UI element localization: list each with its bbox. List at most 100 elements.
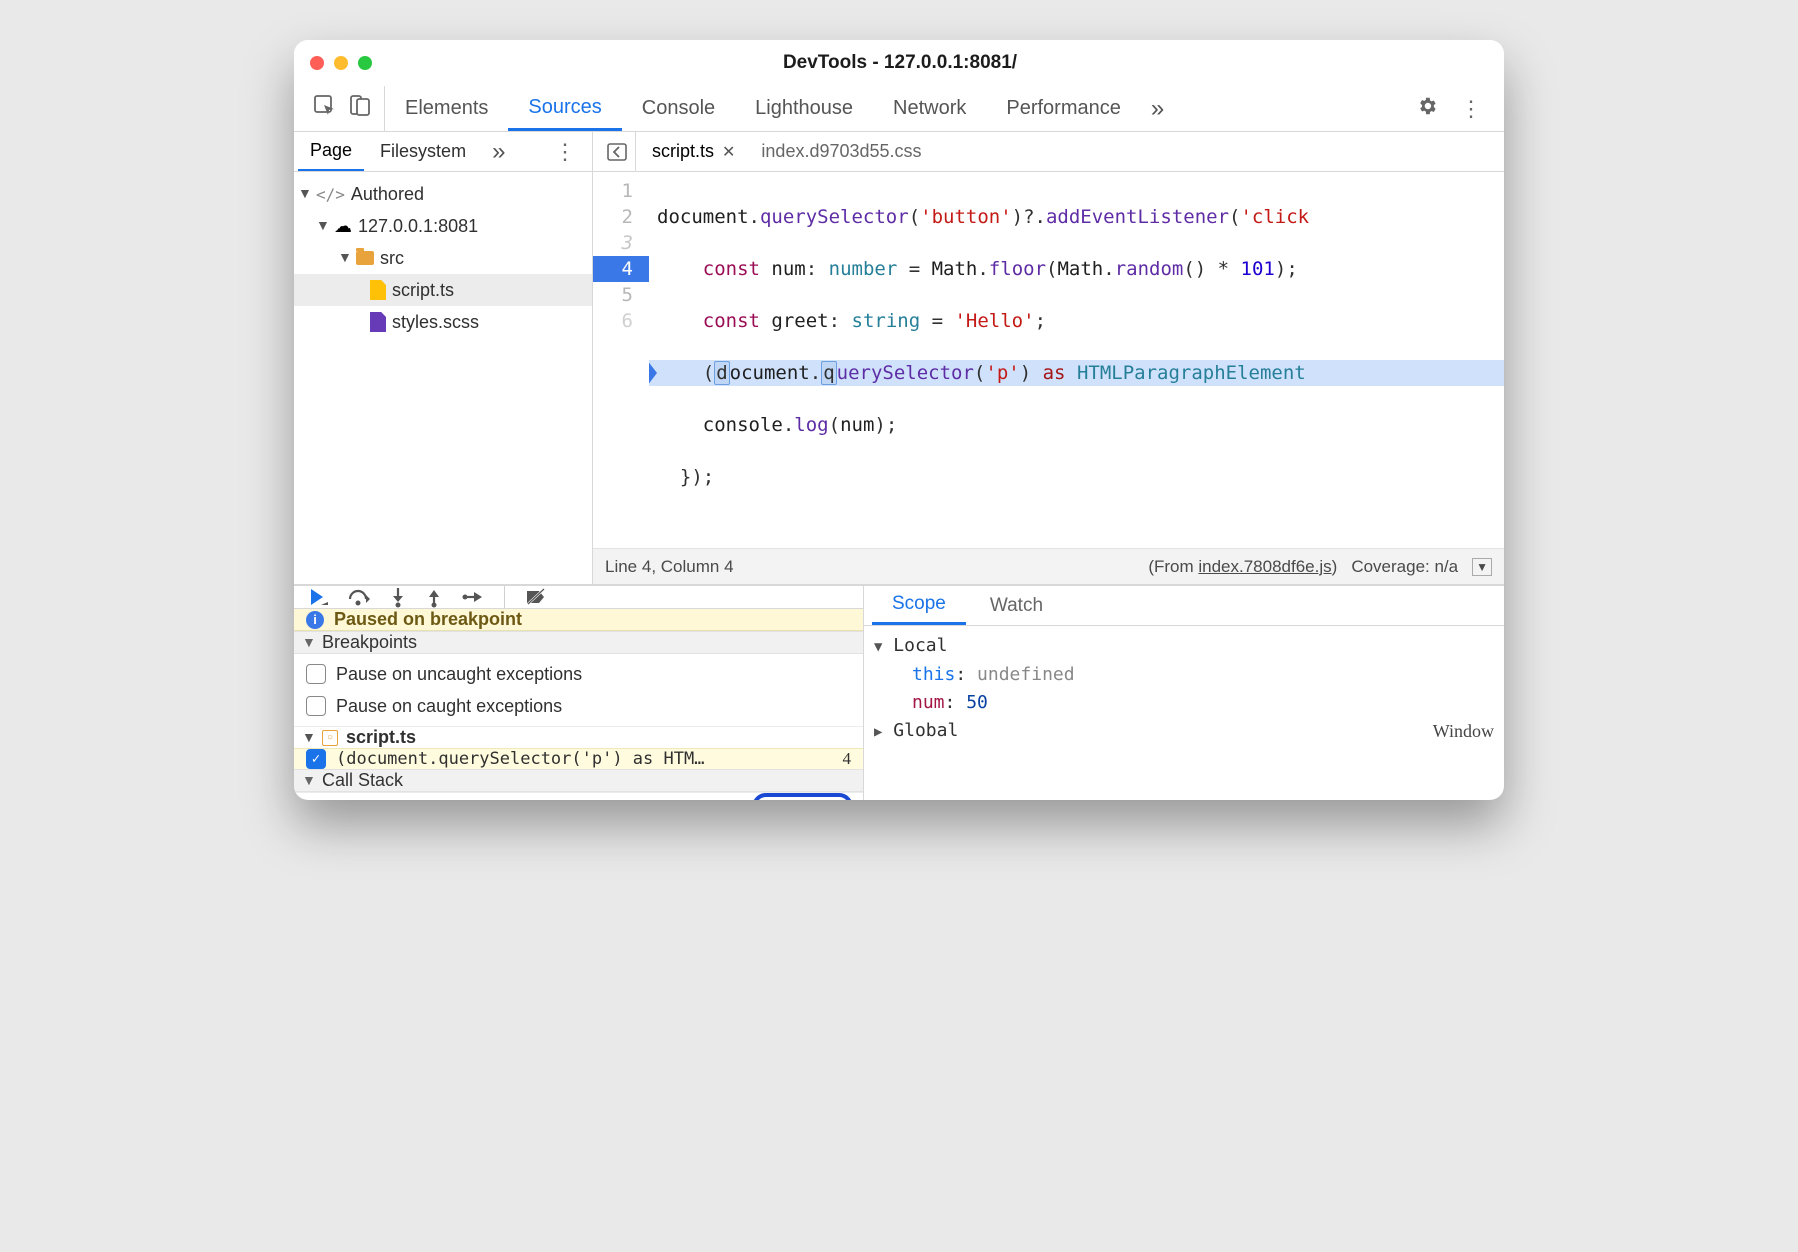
editor-tab-bar: script.ts ✕ index.d9703d55.css [593, 132, 1504, 172]
resume-button[interactable] [308, 587, 328, 607]
more-tabs-button[interactable]: » [1141, 95, 1174, 123]
breakpoint-code: (document.querySelector('p') as HTM… [336, 749, 704, 769]
code-editor[interactable]: 123456 document.querySelector('button')?… [593, 172, 1504, 548]
inspect-element-icon[interactable] [314, 95, 336, 122]
ts-file-icon [370, 280, 386, 300]
caret-down-icon: ▼ [302, 729, 314, 745]
deactivate-breakpoints-button[interactable] [525, 588, 547, 606]
device-toolbar-icon[interactable] [350, 95, 372, 122]
authored-icon: </> [316, 185, 345, 204]
editor-tab-index-css[interactable]: index.d9703d55.css [751, 132, 931, 171]
nav-tab-page[interactable]: Page [298, 132, 364, 171]
tab-elements[interactable]: Elements [385, 86, 508, 131]
scope-panel: Scope Watch ▼ Local this: undefined num:… [864, 586, 1504, 800]
breakpoint-entry[interactable]: (document.querySelector('p') as HTM… 4 [294, 748, 863, 769]
pause-caught-row[interactable]: Pause on caught exceptions [306, 690, 851, 722]
scope-tabs: Scope Watch [864, 586, 1504, 626]
source-map-info: (From index.7808df6e.js) [1148, 557, 1337, 577]
window-titlebar: DevTools - 127.0.0.1:8081/ [294, 40, 1504, 86]
nav-tab-filesystem[interactable]: Filesystem [368, 132, 478, 171]
tab-sources[interactable]: Sources [508, 86, 621, 131]
code-area[interactable]: document.querySelector('button')?.addEve… [649, 172, 1504, 548]
tab-scope[interactable]: Scope [872, 586, 966, 625]
tree-file-script-ts[interactable]: script.ts [294, 274, 592, 306]
caret-down-icon: ▼ [302, 634, 314, 650]
source-file-icon: ○ [322, 730, 338, 746]
close-icon[interactable]: ✕ [722, 142, 735, 162]
step-over-button[interactable] [348, 587, 370, 607]
tree-label: Authored [351, 184, 424, 205]
caret-down-icon: ▼ [338, 249, 350, 265]
status-dropdown-icon[interactable]: ▼ [1472, 558, 1492, 576]
tree-host[interactable]: ▼ ☁ 127.0.0.1:8081 [294, 210, 592, 242]
section-breakpoints[interactable]: ▼ Breakpoints [294, 631, 863, 654]
scope-body: ▼ Local this: undefined num: 50 ▶ Global… [864, 626, 1504, 752]
source-map-link[interactable]: index.7808df6e.js [1198, 557, 1331, 576]
tab-lighthouse[interactable]: Lighthouse [735, 86, 873, 131]
tree-folder-src[interactable]: ▼ src [294, 242, 592, 274]
scope-global-value: Window [1433, 717, 1494, 745]
callstack-frame[interactable]: ➔ (anonymous) script.ts:4 [294, 792, 863, 800]
checkbox-checked[interactable] [306, 749, 326, 769]
step-into-button[interactable] [390, 587, 406, 607]
checkbox-unchecked[interactable] [306, 664, 326, 684]
scope-num-row: num: 50 [874, 689, 1494, 717]
cursor-position: Line 4, Column 4 [605, 557, 734, 577]
tree-label: script.ts [392, 280, 454, 301]
file-tree: ▼ </> Authored ▼ ☁ 127.0.0.1:8081 ▼ src … [294, 172, 592, 344]
section-callstack[interactable]: ▼ Call Stack [294, 769, 863, 792]
frame-location-highlight: script.ts:4 [752, 793, 853, 800]
editor-panel: script.ts ✕ index.d9703d55.css 123456 do… [593, 132, 1504, 585]
file-tab-label: script.ts [652, 141, 714, 162]
zoom-window-button[interactable] [358, 56, 372, 70]
cloud-icon: ☁ [334, 216, 352, 237]
scss-file-icon [370, 312, 386, 332]
toggle-navigator-icon[interactable] [599, 132, 636, 171]
breakpoint-line-number: 4 [843, 749, 852, 769]
tree-label: src [380, 248, 404, 269]
settings-gear-icon[interactable] [1416, 95, 1438, 122]
nav-kebab-menu-icon[interactable]: ⋮ [542, 139, 588, 165]
tab-performance[interactable]: Performance [986, 86, 1141, 131]
caret-down-icon: ▼ [302, 772, 314, 788]
tree-label: 127.0.0.1:8081 [358, 216, 478, 237]
step-out-button[interactable] [426, 587, 442, 607]
coverage-info: Coverage: n/a [1351, 557, 1458, 577]
nav-more-tabs[interactable]: » [482, 138, 515, 166]
kebab-menu-icon[interactable]: ⋮ [1460, 96, 1482, 122]
tree-file-styles-scss[interactable]: styles.scss [294, 306, 592, 338]
caret-down-icon: ▼ [298, 185, 310, 201]
caret-down-icon: ▼ [316, 217, 328, 233]
tab-network[interactable]: Network [873, 86, 986, 131]
breakpoint-file-name: script.ts [346, 727, 416, 748]
navigator-panel: Page Filesystem » ⋮ ▼ </> Authored ▼ ☁ 1… [294, 132, 593, 585]
tab-console[interactable]: Console [622, 86, 735, 131]
editor-tab-script-ts[interactable]: script.ts ✕ [642, 132, 745, 171]
tree-label: styles.scss [392, 312, 479, 333]
pause-uncaught-row[interactable]: Pause on uncaught exceptions [306, 658, 851, 690]
minimize-window-button[interactable] [334, 56, 348, 70]
window-title: DevTools - 127.0.0.1:8081/ [372, 52, 1428, 74]
breakpoints-body: Pause on uncaught exceptions Pause on ca… [294, 654, 863, 726]
checkbox-unchecked[interactable] [306, 696, 326, 716]
scope-global-header[interactable]: ▶ GlobalWindow [874, 717, 1494, 746]
file-tab-label: index.d9703d55.css [761, 141, 921, 162]
traffic-lights [310, 56, 372, 70]
tree-root-authored[interactable]: ▼ </> Authored [294, 178, 592, 210]
checkbox-label: Pause on caught exceptions [336, 696, 562, 717]
breakpoint-file-header[interactable]: ▼ ○ script.ts [294, 726, 863, 748]
section-title: Breakpoints [322, 632, 417, 653]
scope-local-header[interactable]: ▼ Local [874, 632, 1494, 661]
folder-icon [356, 251, 374, 265]
toolbar-separator [504, 586, 505, 608]
line-gutter: 123456 [593, 172, 649, 548]
close-window-button[interactable] [310, 56, 324, 70]
navigator-tabs: Page Filesystem » ⋮ [294, 132, 592, 172]
scope-this-row: this: undefined [874, 661, 1494, 689]
section-title: Call Stack [322, 770, 403, 791]
main-panel-tabs: Elements Sources Console Lighthouse Netw… [294, 86, 1504, 132]
checkbox-label: Pause on uncaught exceptions [336, 664, 582, 685]
tab-watch[interactable]: Watch [970, 586, 1063, 625]
step-button[interactable] [462, 589, 484, 605]
paused-message: i Paused on breakpoint [294, 609, 863, 631]
